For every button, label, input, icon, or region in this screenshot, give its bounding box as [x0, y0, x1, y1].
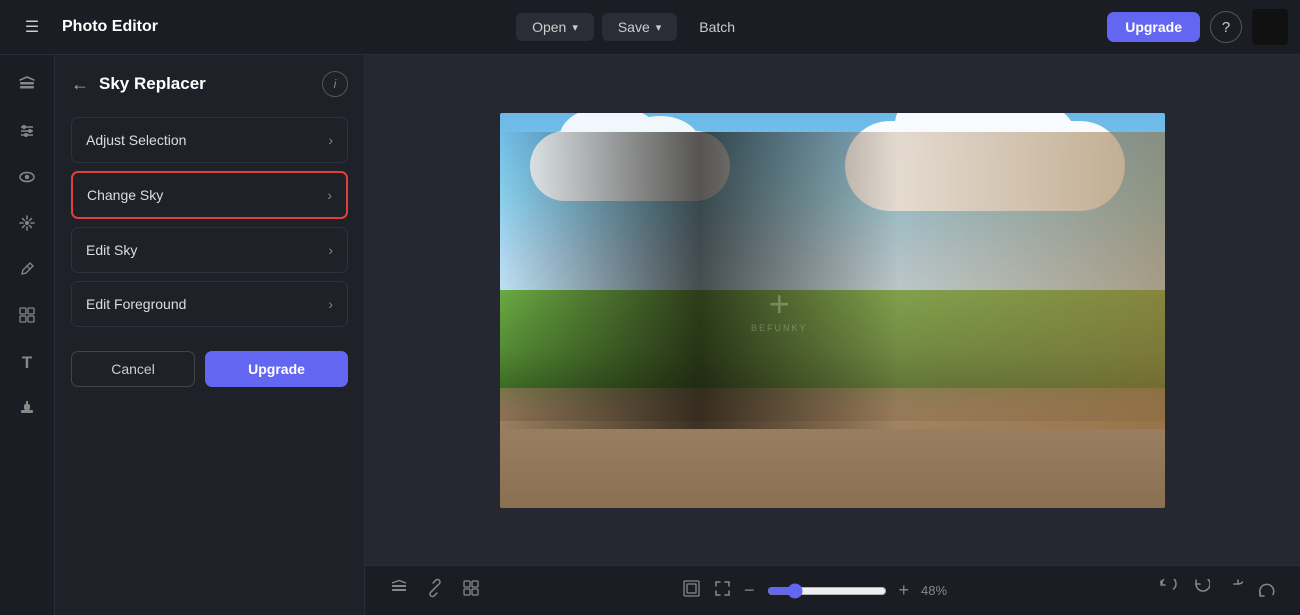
upgrade-panel-button[interactable]: Upgrade [205, 351, 348, 387]
frame-fit-icon [713, 579, 732, 598]
photo-frame: + BEFUNKY [500, 113, 1165, 508]
reset-button[interactable] [1158, 579, 1177, 603]
zoom-in-icon: + [899, 580, 910, 600]
menu-item-edit-sky[interactable]: Edit Sky › [71, 227, 348, 273]
open-button[interactable]: Open ▾ [516, 13, 594, 41]
zoom-out-icon: − [744, 580, 755, 600]
upgrade-button[interactable]: Upgrade [1107, 12, 1200, 42]
cancel-label: Cancel [111, 361, 155, 377]
canvas-area: + BEFUNKY [365, 55, 1300, 615]
upgrade-label: Upgrade [1125, 19, 1182, 35]
hamburger-menu[interactable]: ☰ [12, 7, 52, 47]
bottom-right-controls [1158, 579, 1276, 603]
sparkle-icon [17, 213, 37, 238]
canvas-container: + BEFUNKY [365, 55, 1300, 565]
upgrade-panel-label: Upgrade [248, 361, 305, 377]
sidebar-text-button[interactable]: T [7, 343, 47, 383]
panel-info-button[interactable]: i [322, 71, 348, 97]
frame-fit-button[interactable] [713, 579, 732, 603]
panel-header: ← Sky Replacer i [71, 71, 348, 97]
cancel-button[interactable]: Cancel [71, 351, 195, 387]
menu-item-label: Adjust Selection [86, 132, 186, 148]
grid-bottom-icon [461, 578, 481, 598]
bottom-center-zoom: − + 48% [682, 579, 957, 603]
sidebar-grid-button[interactable] [7, 297, 47, 337]
menu-item-change-sky[interactable]: Change Sky › [71, 171, 348, 219]
zoom-out-button[interactable]: − [744, 580, 755, 601]
topbar-left: ☰ Photo Editor [12, 7, 158, 47]
chevron-icon: › [328, 132, 333, 148]
sidebar-brush-button[interactable] [7, 251, 47, 291]
menu-item-edit-foreground[interactable]: Edit Foreground › [71, 281, 348, 327]
brush-icon [17, 259, 37, 284]
stamp-icon [17, 397, 37, 422]
people-overlay [500, 132, 1165, 428]
photo-wall [500, 421, 1165, 508]
topbar: ☰ Photo Editor Open ▾ Save ▾ Batch Upgra… [0, 0, 1300, 55]
chevron-icon: › [327, 187, 332, 203]
help-icon: ? [1222, 19, 1230, 36]
menu-item-adjust-selection[interactable]: Adjust Selection › [71, 117, 348, 163]
avatar[interactable] [1252, 9, 1288, 45]
topbar-right: Upgrade ? [1107, 9, 1288, 45]
batch-label: Batch [699, 19, 735, 35]
fit-view-button[interactable] [682, 579, 701, 603]
save-chevron-icon: ▾ [656, 21, 662, 34]
icon-sidebar: T [0, 55, 55, 615]
sidebar-eye-button[interactable] [7, 159, 47, 199]
zoom-label: 48% [921, 583, 957, 598]
layers-icon [17, 75, 37, 100]
text-icon: T [22, 353, 32, 373]
undo-icon [1191, 579, 1210, 598]
zoom-slider[interactable] [767, 583, 887, 599]
save-label: Save [618, 19, 650, 35]
main-area: T ← Sky Replacer i Adjust Selecti [0, 55, 1300, 615]
open-chevron-icon: ▾ [572, 21, 578, 34]
sidebar-stamp-button[interactable] [7, 389, 47, 429]
grid-icon [17, 305, 37, 330]
history-button[interactable] [1257, 579, 1276, 603]
panel-actions: Cancel Upgrade [71, 351, 348, 387]
sidebar-adjustments-button[interactable] [7, 113, 47, 153]
grid-bottom-button[interactable] [461, 578, 481, 603]
back-icon: ← [71, 74, 89, 94]
chevron-icon: › [328, 296, 333, 312]
link-bottom-icon [425, 578, 445, 598]
reset-icon [1158, 579, 1177, 598]
redo-icon [1224, 579, 1243, 598]
bottom-left-tools [389, 578, 481, 603]
panel-back-button[interactable]: ← [71, 74, 89, 95]
menu-item-label: Edit Foreground [86, 296, 186, 312]
layers-bottom-button[interactable] [389, 578, 409, 603]
fit-view-icon [682, 579, 701, 598]
info-icon: i [334, 77, 337, 91]
sidebar-sparkle-button[interactable] [7, 205, 47, 245]
menu-item-label: Change Sky [87, 187, 163, 203]
redo-button[interactable] [1224, 579, 1243, 603]
undo-button[interactable] [1191, 579, 1210, 603]
hamburger-icon: ☰ [25, 17, 39, 37]
save-button[interactable]: Save ▾ [602, 13, 677, 41]
sidebar-layers-button[interactable] [7, 67, 47, 107]
side-panel: ← Sky Replacer i Adjust Selection › Chan… [55, 55, 365, 615]
history-icon [1257, 579, 1276, 598]
menu-item-label: Edit Sky [86, 242, 137, 258]
layers-bottom-icon [389, 578, 409, 598]
eye-icon [17, 167, 37, 192]
open-label: Open [532, 19, 566, 35]
panel-title: Sky Replacer [99, 74, 312, 94]
bottom-bar: − + 48% [365, 565, 1300, 615]
app-title: Photo Editor [62, 18, 158, 36]
topbar-center: Open ▾ Save ▾ Batch [158, 13, 1107, 41]
adjustments-icon [17, 121, 37, 146]
chevron-icon: › [328, 242, 333, 258]
link-bottom-button[interactable] [425, 578, 445, 603]
help-button[interactable]: ? [1210, 11, 1242, 43]
batch-button[interactable]: Batch [685, 13, 749, 41]
zoom-in-button[interactable]: + [899, 580, 910, 601]
